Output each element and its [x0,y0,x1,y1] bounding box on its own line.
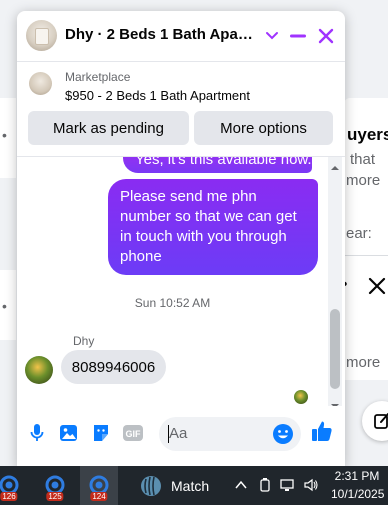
taskbar-app-button[interactable]: 126 [0,466,28,505]
outgoing-message[interactable]: Yes, it's this available now. [123,156,312,173]
notification-badge: 124 [90,492,108,501]
minimize-icon[interactable] [287,25,309,47]
chevron-down-icon[interactable] [261,25,283,47]
message-text: Yes, it's this available now. [135,156,312,168]
gif-icon[interactable]: GIF [122,422,144,444]
thumbs-up-icon[interactable] [311,420,333,442]
background-text: that [350,151,376,168]
sender-avatar[interactable] [25,356,53,384]
cricket-match-icon[interactable] [140,475,162,497]
close-icon[interactable] [315,25,337,47]
clock-date[interactable]: 10/1/2025 [331,487,384,501]
chat-header[interactable]: Dhy · 2 Beds 1 Bath Apart... [17,11,345,61]
new-message-button[interactable] [362,401,388,441]
scrollbar-thumb[interactable] [330,309,340,389]
listing-avatar[interactable] [26,20,57,51]
background-more-icon[interactable]: • [2,127,7,143]
background-heading: uyers [347,125,388,144]
microphone-icon[interactable] [26,422,48,444]
scroll-down-icon[interactable] [330,397,340,406]
background-text: ear: [346,225,372,242]
taskbar-app-button[interactable]: 125 [36,466,74,505]
photo-icon[interactable] [58,422,80,444]
background-more-icon[interactable]: • [2,298,7,314]
svg-text:GIF: GIF [126,429,142,439]
background-divider [344,255,388,256]
message-composer: GIF Aa [17,406,345,467]
taskbar: 126 125 124 Match 2:31 PM 10/1/2025 [0,466,388,505]
listing-label: Marketplace [65,70,131,84]
message-timestamp: Sun 10:52 AM [134,296,211,310]
seen-indicator-avatar [294,390,308,404]
listing-thumbnail[interactable] [29,72,52,95]
message-input[interactable]: Aa [159,417,301,451]
notification-badge: 125 [46,492,64,501]
chat-title[interactable]: Dhy · 2 Beds 1 Bath Apart... [65,26,255,43]
chat-window: Dhy · 2 Beds 1 Bath Apart... Marketplace… [17,11,345,467]
chevron-up-icon[interactable] [233,477,249,493]
sender-name: Dhy [73,334,95,348]
more-options-button[interactable]: More options [194,111,333,145]
listing-banner: Marketplace $950 - 2 Beds 1 Bath Apartme… [17,61,345,161]
volume-icon[interactable] [303,477,319,493]
message-thread[interactable]: Yes, it's this available now. Please sen… [17,156,345,406]
background-close-icon[interactable] [367,274,387,298]
clock-time[interactable]: 2:31 PM [331,469,383,483]
battery-icon[interactable] [257,477,273,493]
mark-as-pending-button[interactable]: Mark as pending [28,111,189,145]
network-icon[interactable] [280,477,296,493]
scroll-up-icon[interactable] [330,159,340,170]
notification-badge: 126 [0,492,18,501]
background-link[interactable]: more [346,172,380,189]
compose-icon [374,413,388,429]
emoji-icon[interactable] [272,423,294,445]
listing-price-title[interactable]: $950 - 2 Beds 1 Bath Apartment [65,88,250,103]
incoming-message[interactable]: 8089946006 [61,350,166,384]
match-widget-label[interactable]: Match [171,478,209,494]
sticker-icon[interactable] [90,422,112,444]
message-input-placeholder: Aa [169,425,188,442]
outgoing-message[interactable]: Please send me phn number so that we can… [108,179,318,275]
taskbar-app-button[interactable]: 124 [80,466,118,505]
background-link[interactable]: more [346,354,380,371]
